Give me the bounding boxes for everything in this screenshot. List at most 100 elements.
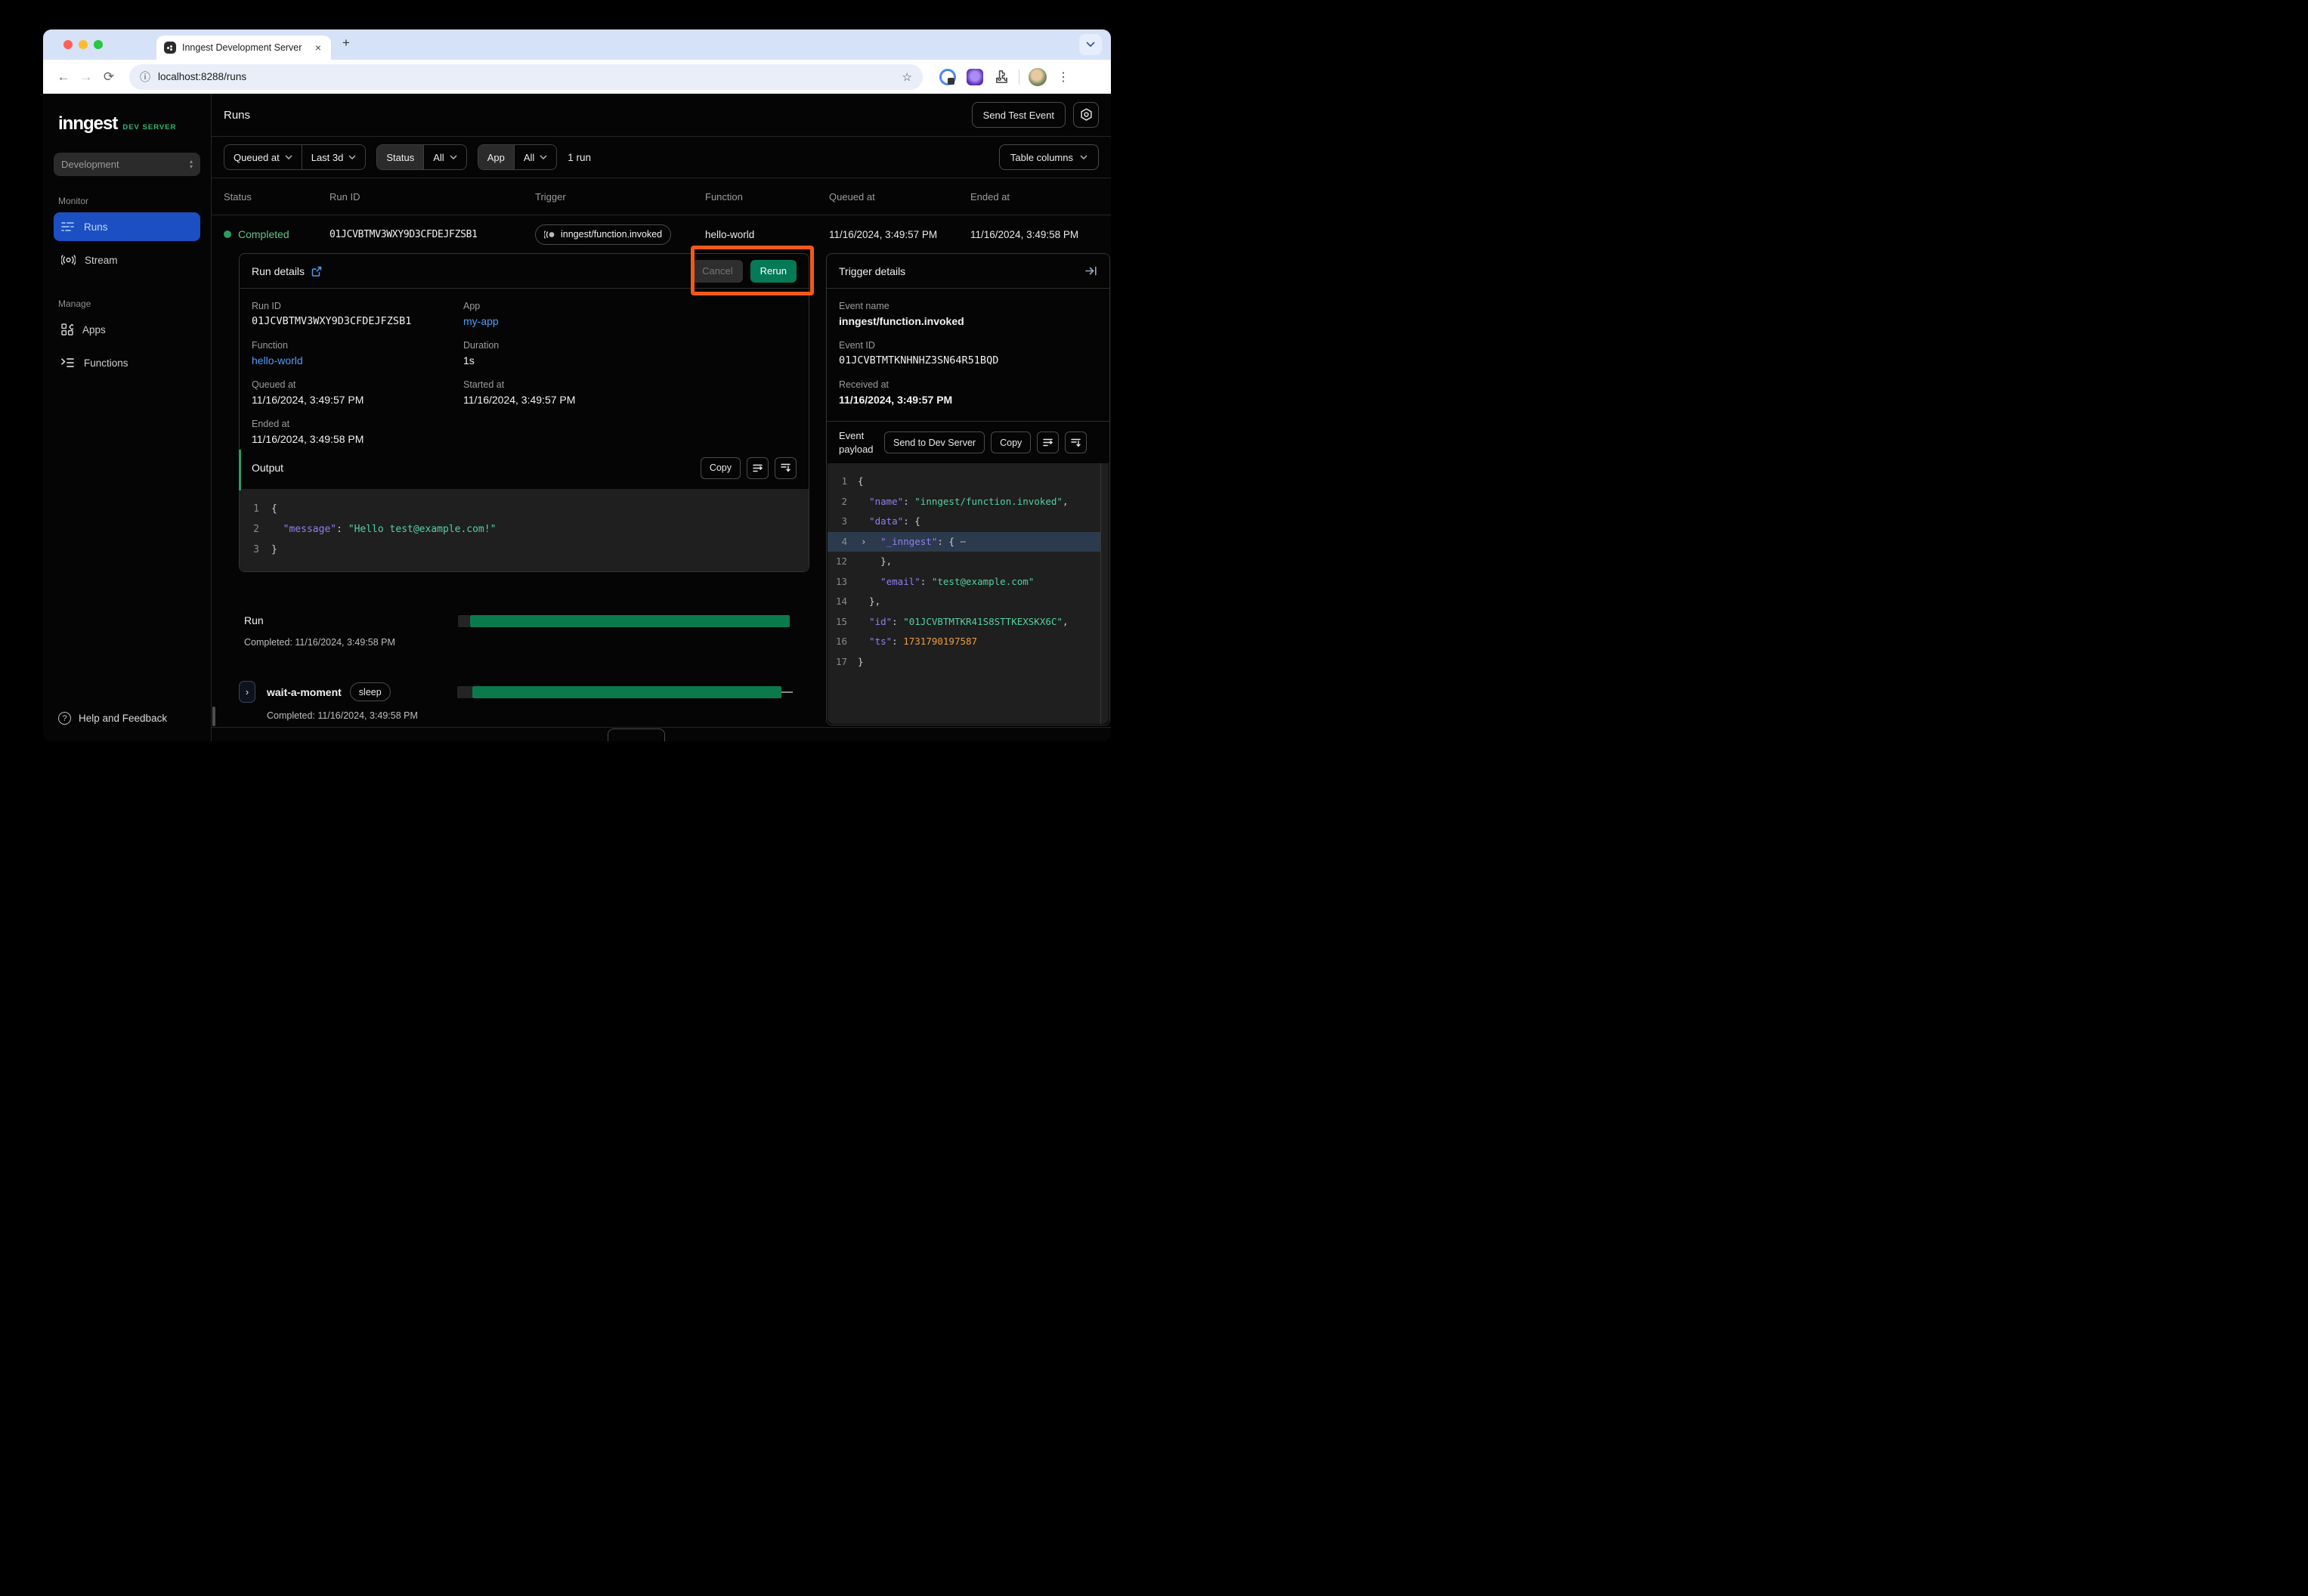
status-filter-dropdown[interactable]: All	[423, 145, 466, 169]
function-link[interactable]: hello-world	[252, 354, 463, 367]
app-filter-dropdown[interactable]: All	[514, 145, 556, 169]
browser-window: Inngest Development Server × + ← → ⟳ ⓘ l…	[43, 29, 1111, 741]
sidebar-item-stream[interactable]: Stream	[54, 246, 200, 274]
select-caret-icon: ▴▾	[190, 159, 193, 170]
inngest-dev-server-app: inngest DEV SERVER Development ▴▾ Monito…	[43, 94, 1111, 741]
send-test-event-button[interactable]: Send Test Event	[972, 102, 1066, 128]
collapsed-code-line[interactable]: 4› "_inngest": { ⋯	[828, 532, 1100, 552]
address-bar[interactable]: ⓘ localhost:8288/runs ☆	[129, 64, 923, 90]
timeline-run-completed: Completed: 11/16/2024, 3:49:58 PM	[239, 637, 809, 648]
field-app: App my-app	[463, 301, 797, 327]
col-status: Status	[224, 191, 329, 203]
code-line: 1{	[828, 472, 1109, 492]
minimize-window-button[interactable]	[79, 40, 88, 49]
step-completed: Completed: 11/16/2024, 3:49:58 PM	[239, 710, 809, 721]
timeline-step-row[interactable]: › wait-a-moment sleep	[239, 681, 809, 703]
reload-icon[interactable]: ⟳	[97, 70, 120, 85]
collapse-panel-icon[interactable]	[1085, 266, 1097, 276]
extensions-puzzle-icon[interactable]	[994, 70, 1008, 84]
payload-scroll-to-bottom-button[interactable]	[1065, 431, 1087, 453]
scroll-to-bottom-button[interactable]	[775, 457, 797, 479]
output-code-block: 1{ 2 "message": "Hello test@example.com!…	[240, 489, 809, 571]
timeline-run-bar[interactable]	[470, 615, 790, 627]
payload-word-wrap-button[interactable]	[1037, 431, 1059, 453]
output-copy-button[interactable]: Copy	[701, 457, 741, 479]
browser-extension-icon[interactable]	[967, 69, 983, 85]
expand-step-button[interactable]: ›	[239, 681, 255, 703]
back-icon[interactable]: ←	[52, 70, 75, 85]
timeline-queue-segment	[458, 615, 470, 627]
cancel-button[interactable]: Cancel	[692, 260, 742, 283]
page-title: Runs	[224, 109, 250, 122]
forward-icon[interactable]: →	[75, 70, 97, 85]
field-duration: Duration 1s	[463, 340, 797, 367]
environment-select[interactable]: Development ▴▾	[54, 153, 200, 176]
function-cell: hello-world	[705, 229, 829, 240]
field-function: Function hello-world	[252, 340, 463, 367]
sidebar-item-apps[interactable]: Apps	[54, 315, 200, 344]
code-line: 17}	[828, 652, 1109, 673]
trigger-badge[interactable]: inngest/function.invoked	[535, 224, 671, 245]
help-and-feedback[interactable]: ? Help and Feedback	[54, 712, 200, 725]
window-controls	[63, 40, 103, 49]
browser-tab[interactable]: Inngest Development Server ×	[156, 36, 331, 60]
time-field-label: Queued at	[234, 152, 280, 163]
close-window-button[interactable]	[63, 40, 73, 49]
table-columns-button[interactable]: Table columns	[999, 144, 1099, 170]
field-started-at: Started at 11/16/2024, 3:49:57 PM	[463, 379, 797, 406]
dev-server-badge: DEV SERVER	[122, 123, 176, 131]
url-text[interactable]: localhost:8288/runs	[158, 71, 895, 82]
profile-avatar[interactable]	[1029, 68, 1047, 86]
chevron-down-icon	[450, 155, 457, 159]
time-filter: Queued at Last 3d	[224, 144, 366, 170]
close-tab-icon[interactable]: ×	[313, 42, 323, 54]
queued-at-cell: 11/16/2024, 3:49:57 PM	[829, 229, 970, 240]
bookmark-star-icon[interactable]: ☆	[902, 70, 912, 84]
open-external-icon[interactable]	[311, 266, 322, 277]
chevron-down-icon	[348, 155, 356, 159]
send-to-dev-server-button[interactable]: Send to Dev Server	[884, 431, 985, 453]
payload-copy-button[interactable]: Copy	[991, 431, 1031, 453]
event-payload-header: Event payload Send to Dev Server Copy	[827, 422, 1109, 463]
run-table-row[interactable]: Completed 01JCVBTMV3WXY9D3CFDEJFZSB1 inn…	[212, 215, 1111, 253]
code-line: 16 "ts": 1731790197587	[828, 632, 1109, 652]
field-ended-at: Ended at 11/16/2024, 3:49:58 PM	[252, 419, 463, 445]
col-ended-at: Ended at	[970, 191, 1111, 203]
environment-select-value: Development	[61, 159, 119, 170]
trigger-cell: inngest/function.invoked	[535, 224, 705, 245]
word-wrap-button[interactable]	[747, 457, 769, 479]
run-timeline: Run Completed: 11/16/2024, 3:49:58 PM › …	[239, 614, 809, 721]
event-icon	[544, 230, 555, 239]
timeline-run-label: Run	[244, 614, 264, 626]
sidebar-item-functions[interactable]: Functions	[54, 348, 200, 377]
timeline-run-row[interactable]: Run	[239, 614, 809, 628]
site-info-icon[interactable]: ⓘ	[140, 70, 150, 85]
time-range-dropdown[interactable]: Last 3d	[302, 145, 366, 169]
collapsed-ellipsis[interactable]: ⋯	[960, 532, 967, 552]
field-event-name: Event name inngest/function.invoked	[839, 301, 1097, 327]
time-field-dropdown[interactable]: Queued at	[224, 145, 302, 169]
help-label: Help and Feedback	[79, 713, 167, 724]
app-filter: App All	[478, 144, 558, 170]
password-manager-extension-icon[interactable]	[939, 69, 956, 85]
collapse-chevron-icon[interactable]: ›	[861, 532, 867, 552]
run-details-card: Run details Cancel Rerun	[239, 253, 809, 572]
app-link[interactable]: my-app	[463, 315, 797, 327]
sidebar-item-runs[interactable]: Runs	[54, 212, 200, 241]
trigger-name: inngest/function.invoked	[561, 229, 662, 240]
new-tab-button[interactable]: +	[342, 36, 350, 51]
step-bar[interactable]	[472, 686, 781, 698]
maximize-window-button[interactable]	[94, 40, 103, 49]
code-line: 15 "id": "01JCVBTMTKR41S8STTKEXSKX6C",	[828, 612, 1109, 633]
code-line: 2 "name": "inngest/function.invoked",	[828, 492, 1109, 512]
rerun-button[interactable]: Rerun	[750, 260, 797, 283]
sidebar-item-label: Stream	[85, 255, 118, 266]
main-content: Runs Send Test Event Queued at Last 3d	[212, 94, 1111, 741]
tab-search-chevron-icon[interactable]	[1079, 34, 1102, 55]
scrollbar-thumb[interactable]	[212, 707, 215, 726]
load-more-button[interactable]	[608, 728, 665, 741]
step-type-badge: sleep	[350, 682, 391, 701]
browser-menu-icon[interactable]: ⋮	[1057, 70, 1069, 85]
field-received-at: Received at 11/16/2024, 3:49:57 PM	[839, 379, 1097, 406]
settings-button[interactable]	[1073, 102, 1099, 128]
